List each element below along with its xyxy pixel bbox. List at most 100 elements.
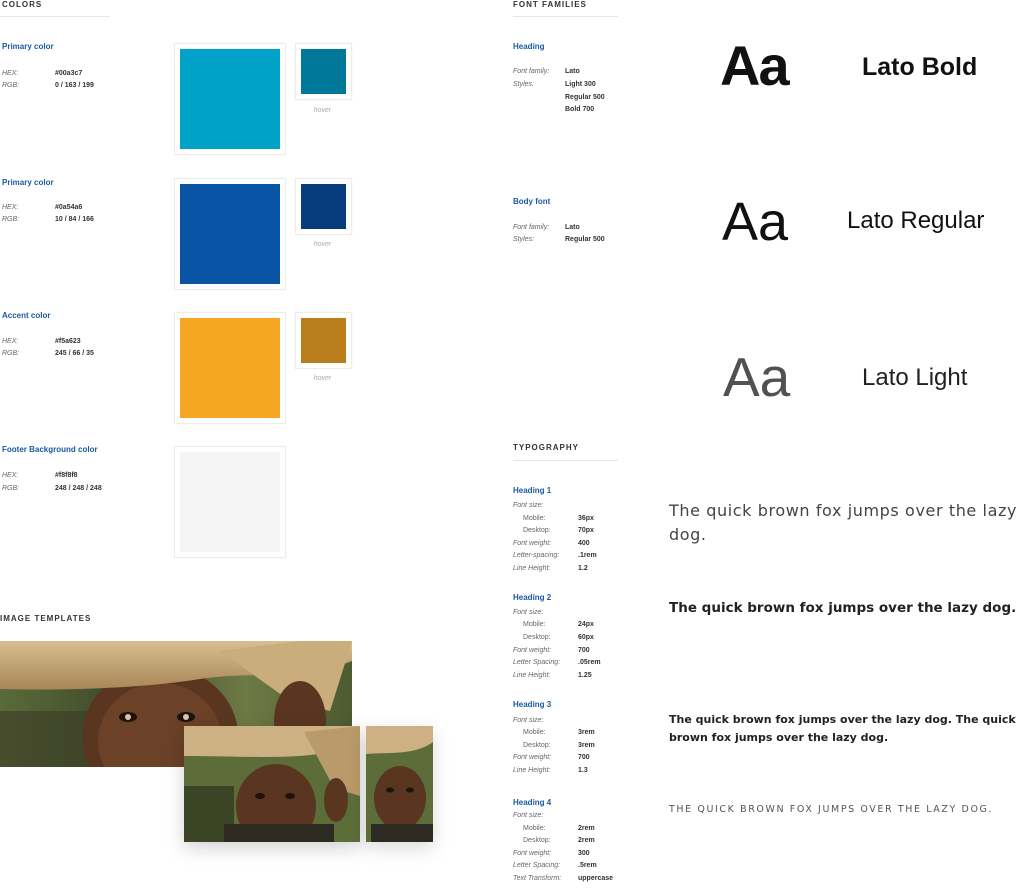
rgb-value: 245 / 66 / 35 (55, 350, 94, 357)
heading2-title: Heading 2 (513, 593, 552, 602)
sample-heading2: The quick brown fox jumps over the lazy … (669, 600, 1017, 616)
hex-label: HEX: (2, 338, 19, 345)
hex-value: #0a54a6 (55, 204, 83, 211)
color-title-primary: Primary color (2, 42, 54, 51)
rgb-value: 248 / 248 / 248 (55, 485, 102, 492)
swatch-fill (180, 184, 280, 284)
hover-swatch (295, 178, 352, 235)
swatch-fill (180, 318, 280, 418)
colors-divider (0, 16, 110, 17)
hover-swatch-fill (301, 184, 346, 229)
sample-heading1: The quick brown fox jumps over the lazy … (669, 501, 1018, 544)
hex-label: HEX: (2, 204, 19, 211)
styles-label: Styles: (513, 81, 535, 88)
body-font-title: Body font (513, 197, 551, 206)
spec-label: Font size: (513, 717, 544, 724)
color-swatch (174, 446, 286, 558)
spec-value: 1.2 (578, 565, 588, 572)
hover-swatch (295, 43, 352, 100)
spec-label: Font weight: (513, 647, 552, 654)
spec-label: Font weight: (513, 540, 552, 547)
heading3-title: Heading 3 (513, 700, 552, 709)
spec-label: Desktop: (523, 634, 551, 641)
rgb-label: RGB: (2, 216, 20, 223)
spec-label: Mobile: (523, 621, 546, 628)
hex-label: HEX: (2, 472, 19, 479)
hover-swatch (295, 312, 352, 369)
spec-value: 60px (578, 634, 594, 641)
spec-label: Font size: (513, 502, 544, 509)
hover-caption: hover (313, 107, 332, 114)
spec-label: Line Height: (513, 767, 551, 774)
color-swatch (174, 178, 286, 290)
specimen-name-light: Lato Light (862, 364, 968, 391)
swatch-fill (180, 49, 280, 149)
spec-value: 300 (578, 850, 590, 857)
hex-label: HEX: (2, 70, 19, 77)
spec-label: Font size: (513, 812, 544, 819)
sample-heading3: The quick brown fox jumps over the lazy … (669, 713, 1016, 744)
spec-value: 36px (578, 515, 594, 522)
spec-label: Line Height: (513, 565, 551, 572)
color-title-primary-2: Primary color (2, 178, 54, 187)
font-family-label: Font family: (513, 224, 550, 231)
font-family-value: Lato (565, 68, 580, 75)
typography-divider (513, 460, 618, 461)
spec-value: 1.25 (578, 672, 592, 679)
color-title-footer-bg: Footer Background color (2, 445, 98, 454)
color-swatch (174, 43, 286, 155)
spec-label: Line Height: (513, 672, 551, 679)
sample-heading4: THE QUICK BROWN FOX JUMPS OVER THE LAZY … (669, 804, 994, 815)
rgb-label: RGB: (2, 82, 20, 89)
spec-value: .5rem (578, 862, 597, 869)
hover-caption: hover (313, 241, 332, 248)
font-families-title: FONT FAMILIES (513, 0, 587, 9)
hex-value: #f5a623 (55, 338, 81, 345)
rgb-value: 10 / 84 / 166 (55, 216, 94, 223)
spec-value: .1rem (578, 552, 597, 559)
image-templates-title: IMAGE TEMPLATES (0, 614, 92, 623)
hex-value: #f8f8f8 (55, 472, 78, 479)
hover-caption: hover (313, 375, 332, 382)
spec-value: 24px (578, 621, 594, 628)
font-family-value: Lato (565, 224, 580, 231)
heading1-title: Heading 1 (513, 486, 552, 495)
style-value: Bold 700 (565, 106, 595, 113)
rgb-label: RGB: (2, 485, 20, 492)
hex-value: #00a3c7 (55, 70, 83, 77)
style-value: Regular 500 (565, 236, 605, 243)
spec-label: Desktop: (523, 837, 551, 844)
specimen-aa-light: Aa (723, 346, 791, 408)
photo-landscape-medium (184, 726, 360, 842)
spec-value: .05rem (578, 659, 601, 666)
spec-label: Letter Spacing: (513, 659, 561, 666)
swatch-fill (180, 452, 280, 552)
spec-value: 1.3 (578, 767, 588, 774)
spec-label: Letter-spacing: (513, 552, 560, 559)
hover-swatch-fill (301, 49, 346, 94)
color-title-accent: Accent color (2, 311, 51, 320)
photo-portrait-small (366, 726, 433, 842)
style-value: Regular 500 (565, 94, 605, 101)
spec-label: Letter Spacing: (513, 862, 561, 869)
style-value: Light 300 (565, 81, 596, 88)
spec-value: 700 (578, 754, 590, 761)
spec-value: 70px (578, 527, 594, 534)
font-families-divider (513, 16, 618, 17)
typography-title: TYPOGRAPHY (513, 443, 580, 452)
styles-label: Styles: (513, 236, 535, 243)
spec-value: 2rem (578, 837, 595, 844)
spec-label: Desktop: (523, 527, 551, 534)
spec-value: 3rem (578, 742, 595, 749)
spec-value: uppercase (578, 875, 614, 882)
heading4-title: Heading 4 (513, 798, 552, 807)
spec-label: Font size: (513, 609, 544, 616)
spec-label: Mobile: (523, 515, 546, 522)
rgb-value: 0 / 163 / 199 (55, 82, 94, 89)
spec-label: Mobile: (523, 825, 546, 832)
colors-section-title: COLORS (2, 0, 43, 9)
specimen-aa-bold: Aa (720, 34, 790, 97)
hover-swatch-fill (301, 318, 346, 363)
spec-value: 400 (578, 540, 590, 547)
spec-value: 2rem (578, 825, 595, 832)
